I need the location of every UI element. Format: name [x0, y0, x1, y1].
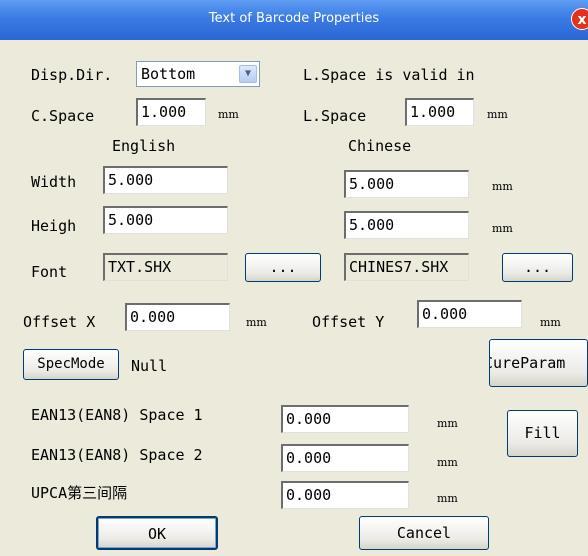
close-icon[interactable]: x	[571, 8, 588, 30]
font-chinese-field: CHINES7.SHX	[344, 253, 469, 281]
disp-dir-value: Bottom	[141, 65, 196, 83]
font-label: Font	[31, 263, 68, 281]
window-title: Text of Barcode Properties	[208, 11, 380, 26]
c-space-label: C.Space	[31, 107, 95, 125]
title-bar[interactable]: Text of Barcode Properties x	[0, 0, 588, 40]
ean-space1-unit: mm	[437, 417, 458, 430]
upca-space3-unit: mm	[437, 492, 458, 505]
l-space-unit: mm	[487, 108, 508, 121]
l-space-note: L.Space is valid in	[303, 66, 475, 84]
english-column-label: English	[112, 137, 176, 155]
width-chinese-input[interactable]: 5.000	[344, 170, 469, 198]
upca-space3-input[interactable]: 0.000	[281, 481, 409, 509]
c-space-input[interactable]: 1.000	[136, 98, 206, 126]
height-unit: mm	[492, 222, 513, 235]
font-english-browse-button[interactable]: ...	[245, 253, 321, 282]
font-english-field: TXT.SHX	[103, 253, 228, 281]
offset-y-label: Offset Y	[312, 313, 385, 331]
ean-space2-label: EAN13(EAN8) Space 2	[31, 446, 203, 464]
chinese-column-label: Chinese	[348, 137, 412, 155]
disp-dir-label: Disp.Dir.	[31, 66, 113, 84]
height-label: Heigh	[31, 217, 77, 235]
ean-space2-unit: mm	[437, 456, 458, 469]
offset-x-unit: mm	[246, 316, 267, 329]
disp-dir-select[interactable]: Bottom ▼	[136, 61, 260, 87]
ean-space2-input[interactable]: 0.000	[281, 444, 409, 472]
offset-y-unit: mm	[540, 316, 561, 329]
cancel-button[interactable]: Cancel	[359, 516, 489, 550]
height-english-input[interactable]: 5.000	[103, 206, 228, 234]
ok-button[interactable]: OK	[96, 516, 218, 550]
barcode-text-properties-dialog: Text of Barcode Properties x Disp.Dir. B…	[0, 0, 588, 556]
fill-button[interactable]: Fill	[507, 410, 578, 457]
height-chinese-input[interactable]: 5.000	[344, 211, 469, 239]
width-english-input[interactable]: 5.000	[103, 166, 228, 194]
l-space-label: L.Space	[303, 107, 367, 125]
cure-param-button[interactable]: CureParam	[489, 339, 588, 387]
ean-space1-input[interactable]: 0.000	[281, 405, 409, 433]
font-chinese-browse-button[interactable]: ...	[502, 253, 573, 282]
upca-space3-label: UPCA第三间隔	[31, 484, 128, 502]
l-space-input[interactable]: 1.000	[405, 98, 474, 126]
offset-y-input[interactable]: 0.000	[417, 300, 522, 328]
offset-x-label: Offset X	[23, 313, 96, 331]
chevron-down-icon[interactable]: ▼	[239, 65, 257, 83]
spec-mode-button[interactable]: SpecMode	[23, 349, 119, 380]
width-unit: mm	[492, 180, 513, 193]
c-space-unit: mm	[218, 108, 239, 121]
width-label: Width	[31, 173, 77, 191]
spec-mode-value: Null	[131, 357, 168, 375]
ean-space1-label: EAN13(EAN8) Space 1	[31, 406, 203, 424]
offset-x-input[interactable]: 0.000	[125, 303, 230, 331]
